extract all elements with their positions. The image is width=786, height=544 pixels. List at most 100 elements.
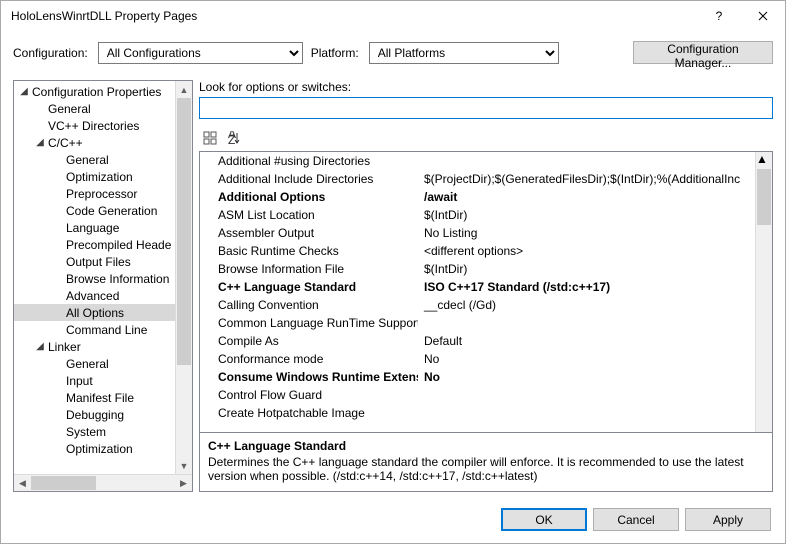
tree-item[interactable]: Optimization (14, 168, 175, 185)
tree-item[interactable]: General (14, 100, 175, 117)
search-label: Look for options or switches: (199, 80, 773, 94)
search-input[interactable] (199, 97, 773, 119)
property-value[interactable]: __cdecl (/Gd) (418, 298, 755, 312)
tree-item-label: General (46, 102, 91, 116)
tree-item-label: Optimization (64, 442, 133, 456)
content-panel: Look for options or switches: AZ (199, 80, 773, 492)
property-row[interactable]: ASM List Location$(IntDir) (200, 206, 755, 224)
property-grid[interactable]: Additional #using DirectoriesAdditional … (200, 152, 755, 432)
property-name: Conformance mode (200, 352, 418, 366)
scroll-down-icon[interactable]: ▼ (176, 457, 192, 474)
property-value[interactable]: /await (418, 190, 755, 204)
tree-item[interactable]: Input (14, 372, 175, 389)
configuration-select[interactable]: All Configurations (98, 42, 303, 64)
apply-button[interactable]: Apply (685, 508, 771, 531)
grid-vscrollbar[interactable]: ▲ ▼ (755, 152, 772, 432)
property-name: Compile As (200, 334, 418, 348)
property-row[interactable]: Additional Include Directories$(ProjectD… (200, 170, 755, 188)
help-button[interactable]: ? (697, 1, 741, 31)
ok-button[interactable]: OK (501, 508, 587, 531)
property-row[interactable]: Additional Options/await (200, 188, 755, 206)
tree-item-label: C/C++ (46, 136, 83, 150)
property-value[interactable]: No (418, 370, 755, 384)
tree-item[interactable]: General (14, 355, 175, 372)
tree-item-label: Debugging (64, 408, 124, 422)
tree-item-label: Code Generation (64, 204, 157, 218)
property-name: Control Flow Guard (200, 388, 418, 402)
tree-item[interactable]: All Options (14, 304, 175, 321)
property-row[interactable]: Consume Windows Runtime ExtensionNo (200, 368, 755, 386)
property-row[interactable]: Conformance modeNo (200, 350, 755, 368)
tree-item-label: General (64, 357, 109, 371)
tree-item-label: Manifest File (64, 391, 134, 405)
property-row[interactable]: Create Hotpatchable Image (200, 404, 755, 422)
tree-item[interactable]: Output Files (14, 253, 175, 270)
scroll-left-icon[interactable]: ◀ (14, 478, 31, 489)
tree-item[interactable]: Debugging (14, 406, 175, 423)
tree-item[interactable]: System (14, 423, 175, 440)
property-grid-wrap: Additional #using DirectoriesAdditional … (199, 151, 773, 433)
property-row[interactable]: Additional #using Directories (200, 152, 755, 170)
tree-item[interactable]: Precompiled Heade (14, 236, 175, 253)
tree-item[interactable]: Advanced (14, 287, 175, 304)
property-value[interactable]: No (418, 352, 755, 366)
property-row[interactable]: Browse Information File$(IntDir) (200, 260, 755, 278)
property-value[interactable]: <different options> (418, 244, 755, 258)
property-value[interactable]: $(IntDir) (418, 262, 755, 276)
tree-vscrollbar[interactable]: ▲ ▼ (175, 81, 192, 474)
collapse-icon[interactable]: ◢ (34, 137, 46, 148)
tree-item-label: Configuration Properties (30, 85, 161, 99)
property-row[interactable]: Calling Convention__cdecl (/Gd) (200, 296, 755, 314)
property-name: ASM List Location (200, 208, 418, 222)
tree-item[interactable]: Code Generation (14, 202, 175, 219)
scroll-up-icon[interactable]: ▲ (176, 81, 192, 98)
tree-item[interactable]: Optimization (14, 440, 175, 457)
tree-item[interactable]: Manifest File (14, 389, 175, 406)
collapse-icon[interactable]: ◢ (18, 86, 30, 97)
tree-item[interactable]: Language (14, 219, 175, 236)
tree-item-label: Output Files (64, 255, 131, 269)
platform-label: Platform: (311, 46, 359, 60)
property-row[interactable]: Common Language RunTime Support (200, 314, 755, 332)
collapse-icon[interactable]: ◢ (34, 341, 46, 352)
hscroll-thumb[interactable] (31, 476, 96, 490)
property-name: Create Hotpatchable Image (200, 406, 418, 420)
scroll-thumb[interactable] (757, 169, 771, 225)
tree-item[interactable]: General (14, 151, 175, 168)
property-value[interactable]: $(IntDir) (418, 208, 755, 222)
tree-item-label: Language (64, 221, 119, 235)
configuration-manager-button[interactable]: Configuration Manager... (633, 41, 773, 64)
platform-select[interactable]: All Platforms (369, 42, 559, 64)
tree-item[interactable]: ◢Configuration Properties (14, 83, 175, 100)
close-button[interactable] (741, 1, 785, 31)
nav-tree[interactable]: ◢Configuration PropertiesGeneralVC++ Dir… (14, 81, 175, 459)
categorized-view-button[interactable] (199, 127, 221, 149)
cancel-button[interactable]: Cancel (593, 508, 679, 531)
property-name: Consume Windows Runtime Extension (200, 370, 418, 384)
tree-item[interactable]: Preprocessor (14, 185, 175, 202)
property-value[interactable]: Default (418, 334, 755, 348)
tree-item[interactable]: VC++ Directories (14, 117, 175, 134)
property-value[interactable]: $(ProjectDir);$(GeneratedFilesDir);$(Int… (418, 172, 755, 186)
property-row[interactable]: Assembler OutputNo Listing (200, 224, 755, 242)
tree-item[interactable]: Browse Information (14, 270, 175, 287)
property-row[interactable]: Basic Runtime Checks<different options> (200, 242, 755, 260)
tree-item[interactable]: ◢Linker (14, 338, 175, 355)
scroll-up-icon[interactable]: ▲ (756, 152, 772, 166)
description-body: Determines the C++ language standard the… (208, 455, 764, 483)
property-value[interactable]: No Listing (418, 226, 755, 240)
tree-item-label: Command Line (64, 323, 147, 337)
property-row[interactable]: Control Flow Guard (200, 386, 755, 404)
alphabetical-view-button[interactable]: AZ (223, 127, 245, 149)
property-name: Browse Information File (200, 262, 418, 276)
property-row[interactable]: C++ Language StandardISO C++17 Standard … (200, 278, 755, 296)
tree-item[interactable]: ◢C/C++ (14, 134, 175, 151)
categorized-icon (203, 131, 217, 145)
property-name: Assembler Output (200, 226, 418, 240)
tree-item[interactable]: Command Line (14, 321, 175, 338)
property-value[interactable]: ISO C++17 Standard (/std:c++17) (418, 280, 755, 294)
scroll-thumb[interactable] (177, 98, 191, 365)
scroll-right-icon[interactable]: ▶ (175, 478, 192, 489)
property-row[interactable]: Compile AsDefault (200, 332, 755, 350)
tree-hscrollbar[interactable]: ◀ ▶ (14, 474, 192, 491)
